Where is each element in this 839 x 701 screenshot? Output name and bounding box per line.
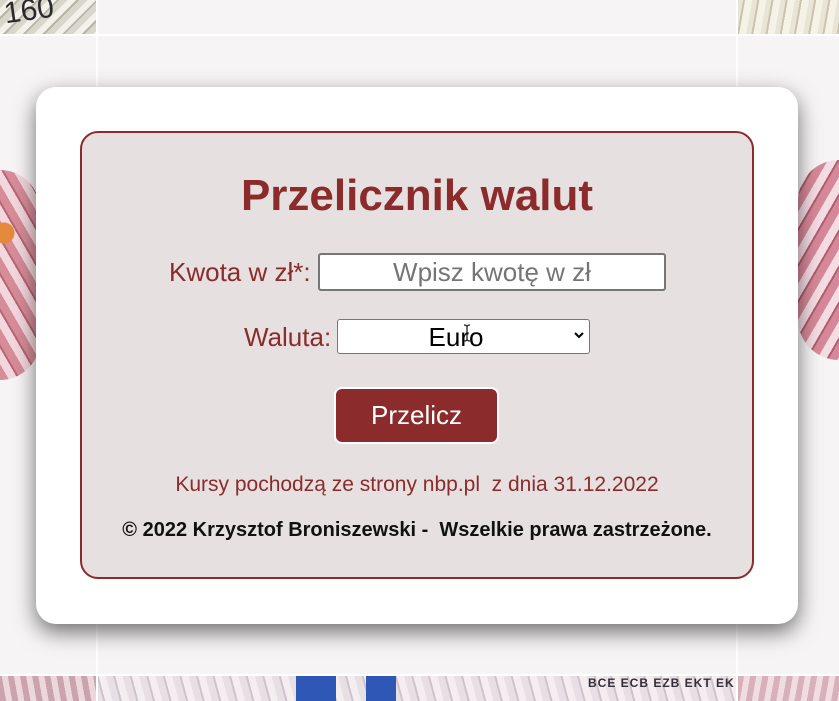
euro-roll-background-right [798, 160, 839, 360]
currency-selected-value: Euro [428, 322, 484, 352]
text-cursor-icon [463, 324, 471, 342]
amount-label: Kwota w zł*: [169, 257, 311, 287]
banknote-background-top-left: 160 [0, 0, 96, 34]
background-divider-bottom [0, 674, 839, 676]
converter-form: Przelicznik walut Kwota w zł*: Waluta: E… [80, 131, 754, 579]
chevron-down-icon [574, 332, 584, 339]
copyright-footer: © 2022 Krzysztof Broniszewski - Wszelkie… [122, 519, 712, 541]
convert-button[interactable]: Przelicz [334, 387, 499, 444]
banknote-background-top-right [738, 0, 839, 34]
banknote-background-bottom-left [0, 676, 96, 701]
background-divider-top [0, 34, 839, 36]
amount-input[interactable] [318, 253, 666, 291]
euro-roll-background-left [0, 170, 40, 380]
converter-card: Przelicznik walut Kwota w zł*: Waluta: E… [36, 87, 798, 624]
page-title: Przelicznik walut [240, 171, 594, 220]
banknote-number: 160 [1, 0, 57, 31]
currency-label: Waluta: [244, 322, 332, 352]
banknote-background-bottom-right [738, 676, 839, 701]
exchange-rates-source-note: Kursy pochodzą ze strony nbp.pl z dnia 3… [175, 473, 659, 496]
